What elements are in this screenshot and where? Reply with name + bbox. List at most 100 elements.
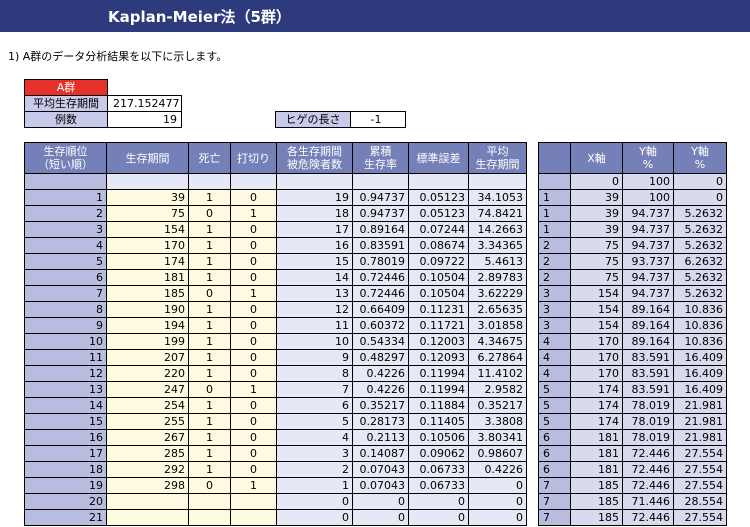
table-cell[interactable]: 0.07043 — [352, 477, 409, 494]
table-cell[interactable]: 0.10506 — [408, 429, 469, 446]
table-cell[interactable]: 2.65635 — [468, 301, 527, 318]
table-cell[interactable]: 1 — [188, 397, 231, 414]
table-cell[interactable]: 0.11721 — [408, 317, 469, 334]
table-cell[interactable]: 34.1053 — [468, 189, 527, 206]
table-cell[interactable]: 75 — [570, 253, 623, 270]
table-cell[interactable]: 0 — [468, 509, 527, 526]
table-cell[interactable]: 10.836 — [673, 317, 727, 334]
table-cell[interactable]: 74.8421 — [468, 205, 527, 222]
table-cell[interactable]: 75 — [106, 205, 189, 222]
table-cell[interactable]: 1 — [230, 381, 277, 398]
table-cell[interactable]: 181 — [106, 269, 189, 286]
table-cell[interactable]: 267 — [106, 429, 189, 446]
table-cell[interactable]: 0.11405 — [408, 413, 469, 430]
table-cell[interactable]: 0.94737 — [352, 205, 409, 222]
table-cell[interactable]: 5.2632 — [673, 221, 727, 238]
table-cell[interactable]: 185 — [106, 285, 189, 302]
table-cell[interactable]: 89.164 — [622, 301, 674, 318]
table-cell[interactable]: 39 — [570, 205, 623, 222]
table-cell[interactable]: 1 — [188, 333, 231, 350]
table-cell[interactable]: 100 — [622, 189, 674, 206]
table-cell[interactable]: 21 — [24, 509, 107, 526]
table-cell[interactable]: 17 — [24, 445, 107, 462]
table-cell[interactable]: 7 — [538, 493, 571, 510]
table-cell[interactable]: 16.409 — [673, 365, 727, 382]
table-cell[interactable]: 0 — [230, 189, 277, 206]
table-cell[interactable]: 78.019 — [622, 429, 674, 446]
table-cell[interactable]: 4 — [538, 365, 571, 382]
table-cell[interactable]: 39 — [570, 221, 623, 238]
table-cell[interactable] — [24, 173, 107, 190]
table-cell[interactable]: 27.554 — [673, 461, 727, 478]
table-cell[interactable]: 8 — [24, 301, 107, 318]
table-cell[interactable] — [106, 493, 189, 510]
table-cell[interactable]: 19 — [276, 189, 353, 206]
table-cell[interactable]: 4 — [538, 333, 571, 350]
table-cell[interactable]: 1 — [188, 253, 231, 270]
table-cell[interactable] — [188, 509, 231, 526]
table-cell[interactable]: 0 — [408, 509, 469, 526]
table-cell[interactable]: 0 — [673, 189, 727, 206]
table-cell[interactable]: 2 — [538, 253, 571, 270]
table-cell[interactable]: 1 — [188, 445, 231, 462]
table-cell[interactable]: 0.10504 — [408, 285, 469, 302]
table-cell[interactable]: 0.14087 — [352, 445, 409, 462]
table-cell[interactable]: 9 — [24, 317, 107, 334]
table-cell[interactable]: 6 — [538, 445, 571, 462]
table-cell[interactable]: 5 — [276, 413, 353, 430]
table-cell[interactable]: 5 — [538, 413, 571, 430]
table-cell[interactable] — [106, 173, 189, 190]
table-cell[interactable]: 0.09722 — [408, 253, 469, 270]
table-cell[interactable] — [468, 173, 527, 190]
table-cell[interactable]: 0 — [230, 253, 277, 270]
table-cell[interactable]: 0.11994 — [408, 381, 469, 398]
table-cell[interactable]: 0 — [230, 461, 277, 478]
table-cell[interactable]: 3 — [538, 285, 571, 302]
table-cell[interactable]: 174 — [570, 413, 623, 430]
table-cell[interactable]: 0.66409 — [352, 301, 409, 318]
table-cell[interactable]: 7 — [538, 509, 571, 526]
table-cell[interactable]: 0 — [230, 397, 277, 414]
table-cell[interactable]: 0.06733 — [408, 461, 469, 478]
table-cell[interactable]: 19 — [24, 477, 107, 494]
table-cell[interactable]: 194 — [106, 317, 189, 334]
table-cell[interactable]: 1 — [538, 205, 571, 222]
table-cell[interactable]: 0.4226 — [352, 365, 409, 382]
table-cell[interactable]: 0 — [230, 333, 277, 350]
table-cell[interactable]: 0 — [276, 509, 353, 526]
table-cell[interactable]: 15 — [24, 413, 107, 430]
table-cell[interactable]: 0.07043 — [352, 461, 409, 478]
table-cell[interactable]: 27.554 — [673, 509, 727, 526]
table-cell[interactable]: 17 — [276, 221, 353, 238]
table-cell[interactable]: 0 — [230, 429, 277, 446]
table-cell[interactable]: 6 — [24, 269, 107, 286]
table-cell[interactable] — [106, 509, 189, 526]
table-cell[interactable]: 0 — [352, 493, 409, 510]
table-cell[interactable]: 8 — [276, 365, 353, 382]
table-cell[interactable]: 2.89783 — [468, 269, 527, 286]
table-cell[interactable]: 220 — [106, 365, 189, 382]
mean-value[interactable]: 217.152477 — [107, 95, 182, 112]
table-cell[interactable] — [188, 173, 231, 190]
table-cell[interactable]: 1 — [188, 237, 231, 254]
table-cell[interactable]: 21.981 — [673, 429, 727, 446]
table-cell[interactable]: 185 — [570, 509, 623, 526]
table-cell[interactable]: 0.54334 — [352, 333, 409, 350]
table-cell[interactable]: 0.08674 — [408, 237, 469, 254]
table-cell[interactable]: 181 — [570, 445, 623, 462]
table-cell[interactable]: 292 — [106, 461, 189, 478]
table-cell[interactable]: 10 — [24, 333, 107, 350]
table-cell[interactable]: 0.11231 — [408, 301, 469, 318]
table-cell[interactable]: 174 — [570, 381, 623, 398]
table-cell[interactable]: 21.981 — [673, 397, 727, 414]
table-cell[interactable]: 11 — [24, 349, 107, 366]
table-cell[interactable]: 0.72446 — [352, 285, 409, 302]
table-cell[interactable]: 10 — [276, 333, 353, 350]
table-cell[interactable]: 72.446 — [622, 477, 674, 494]
table-cell[interactable]: 2 — [538, 269, 571, 286]
table-cell[interactable]: 72.446 — [622, 509, 674, 526]
table-cell[interactable]: 16.409 — [673, 349, 727, 366]
table-cell[interactable]: 13 — [24, 381, 107, 398]
table-cell[interactable]: 170 — [570, 365, 623, 382]
table-cell[interactable]: 5.2632 — [673, 237, 727, 254]
